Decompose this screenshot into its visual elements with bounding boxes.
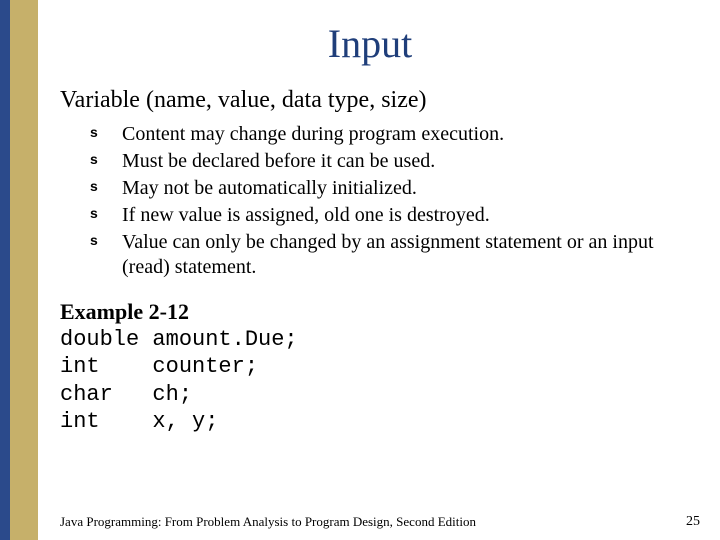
page-number: 25 [686,514,700,530]
code-line: int x, y; [60,408,680,436]
list-item: Must be declared before it can be used. [90,149,680,174]
side-stripe [0,0,38,540]
bullet-list: Content may change during program execut… [60,122,680,280]
stripe-blue [0,0,10,540]
footer-text: Java Programming: From Problem Analysis … [60,514,476,530]
list-item: May not be automatically initialized. [90,176,680,201]
slide-subheading: Variable (name, value, data type, size) [60,87,680,114]
example-block: Example 2-12 double amount.Due; int coun… [60,298,680,436]
list-item: If new value is assigned, old one is des… [90,203,680,228]
stripe-gold [10,0,38,540]
code-line: int counter; [60,353,680,381]
footer: Java Programming: From Problem Analysis … [60,514,700,530]
slide-title: Input [60,20,680,67]
code-line: double amount.Due; [60,326,680,354]
code-line: char ch; [60,381,680,409]
example-title: Example 2-12 [60,298,680,326]
list-item: Content may change during program execut… [90,122,680,147]
slide-content: Input Variable (name, value, data type, … [60,20,680,500]
list-item: Value can only be changed by an assignme… [90,230,680,280]
